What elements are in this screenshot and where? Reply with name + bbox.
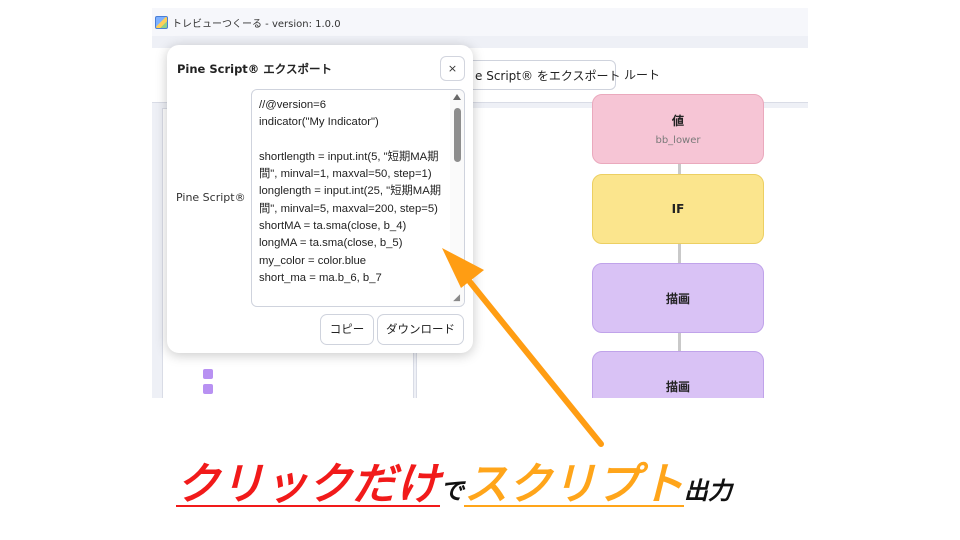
- arrow-head-icon: [442, 248, 484, 288]
- caption: クリックだけでスクリプト出力: [176, 448, 732, 518]
- caption-script: スクリプト: [464, 459, 684, 510]
- caption-click-only: クリックだけ: [176, 459, 440, 510]
- caption-particle: で: [440, 477, 464, 505]
- arrow-shaft: [467, 279, 604, 447]
- caption-output: 出力: [684, 477, 732, 505]
